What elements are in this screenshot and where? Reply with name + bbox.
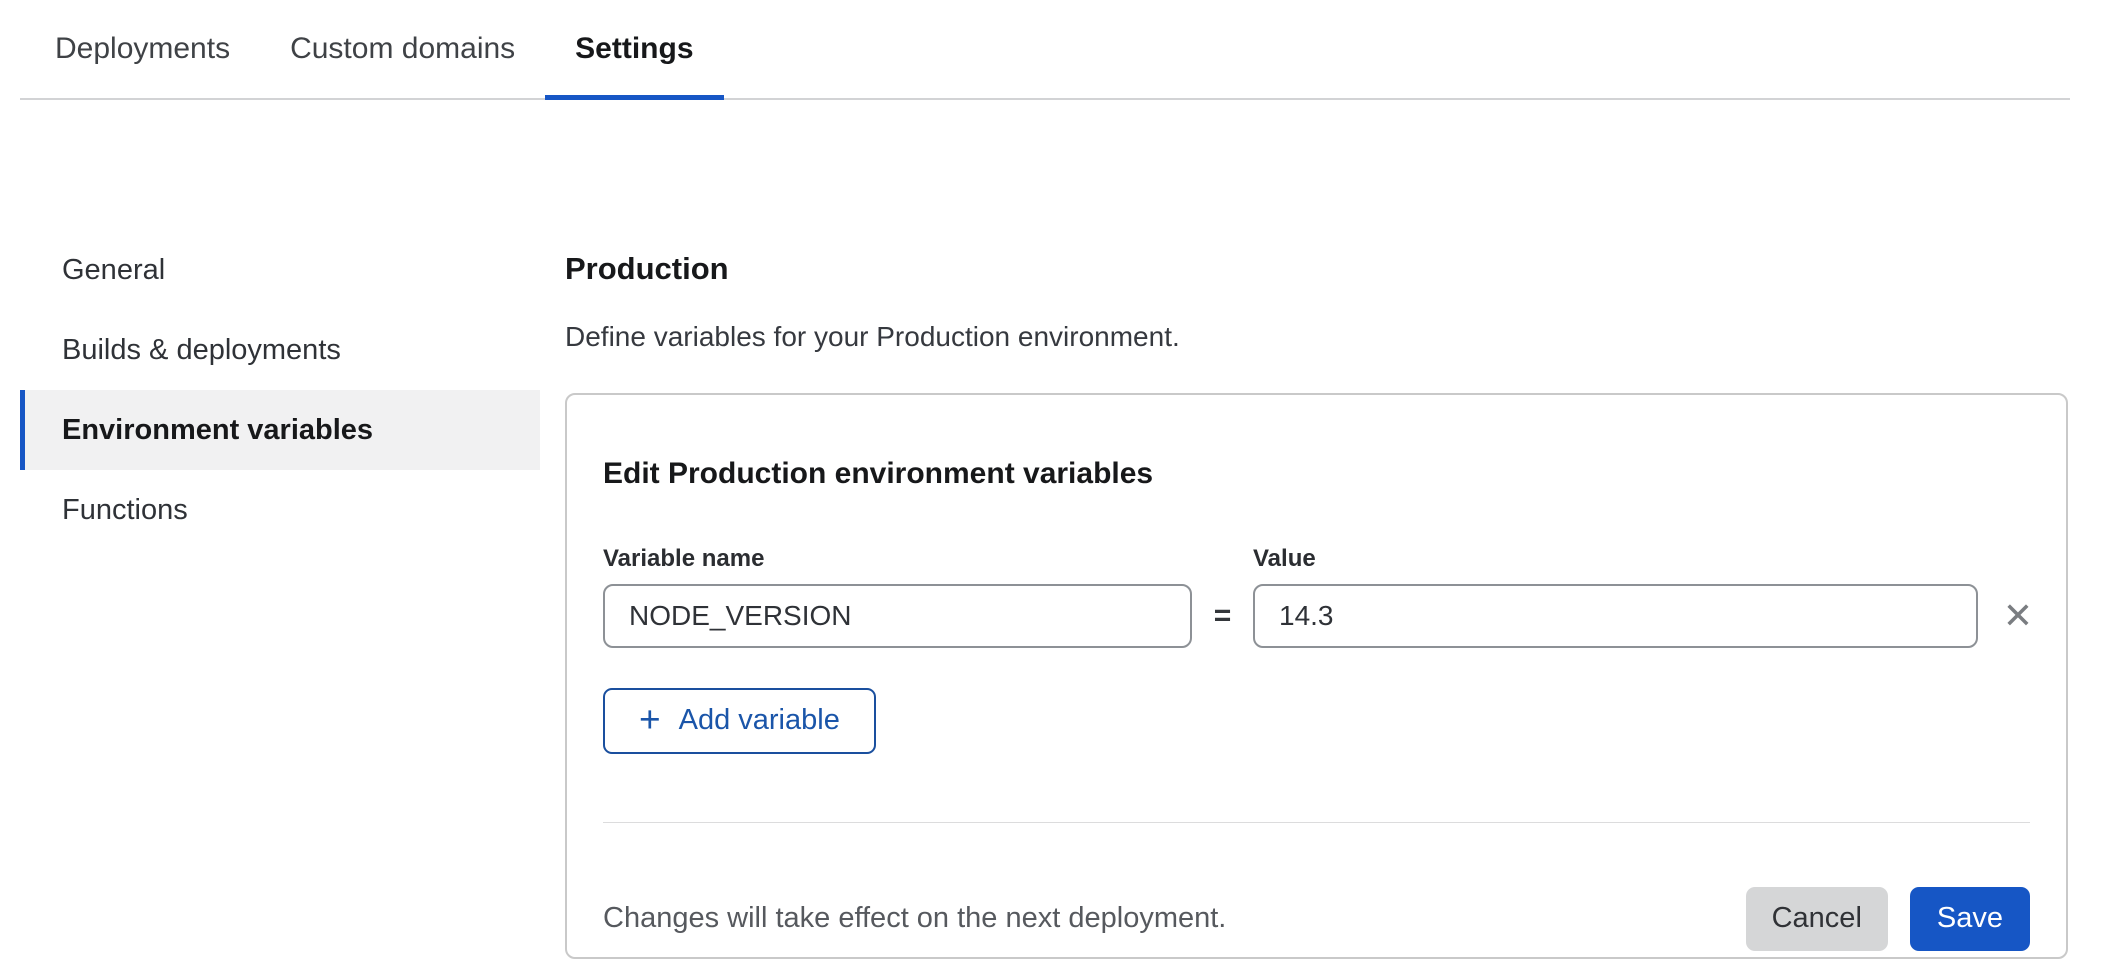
tab-custom-domains[interactable]: Custom domains — [260, 0, 545, 98]
tab-deployments[interactable]: Deployments — [25, 0, 260, 98]
variable-row: = ✕ — [603, 584, 2030, 648]
environment-variables-card: Edit Production environment variables Va… — [565, 393, 2068, 959]
equals-sign: = — [1192, 599, 1253, 633]
tab-settings[interactable]: Settings — [545, 0, 723, 98]
card-title: Edit Production environment variables — [603, 456, 2030, 492]
value-label: Value — [1253, 544, 1978, 574]
top-tab-bar: Deployments Custom domains Settings — [20, 0, 2070, 100]
card-footer: Changes will take effect on the next dep… — [603, 887, 2030, 951]
sidebar-item-functions[interactable]: Functions — [20, 470, 540, 550]
page-description: Define variables for your Production env… — [565, 321, 2068, 353]
variable-name-label: Variable name — [603, 544, 1192, 574]
add-variable-label: Add variable — [679, 704, 840, 737]
cancel-button[interactable]: Cancel — [1746, 887, 1888, 951]
remove-variable-button[interactable]: ✕ — [1992, 590, 2044, 642]
page-title: Production — [565, 251, 2068, 287]
deployment-note: Changes will take effect on the next dep… — [603, 902, 1746, 935]
content-area: General Builds & deployments Environment… — [0, 230, 2121, 959]
main-panel: Production Define variables for your Pro… — [565, 230, 2068, 959]
sidebar-item-builds-deployments[interactable]: Builds & deployments — [20, 310, 540, 390]
variable-labels-row: Variable name Value — [603, 544, 2030, 574]
variable-value-input[interactable] — [1253, 584, 1978, 648]
add-variable-button[interactable]: + Add variable — [603, 688, 876, 754]
settings-sidebar: General Builds & deployments Environment… — [20, 230, 540, 959]
card-divider — [603, 822, 2030, 823]
settings-page: Deployments Custom domains Settings Gene… — [0, 0, 2121, 948]
close-icon: ✕ — [2003, 595, 2033, 636]
sidebar-item-general[interactable]: General — [20, 230, 540, 310]
plus-icon: + — [639, 701, 661, 738]
variable-name-input[interactable] — [603, 584, 1192, 648]
save-button[interactable]: Save — [1910, 887, 2030, 951]
sidebar-item-environment-variables[interactable]: Environment variables — [20, 390, 540, 470]
